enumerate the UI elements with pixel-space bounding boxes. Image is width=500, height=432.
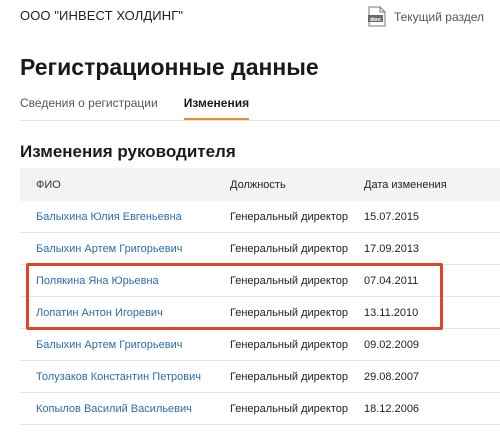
table-row: Лопатин Антон Игоревич Генеральный дирек… <box>20 297 500 329</box>
section-title: Изменения руководителя <box>20 142 236 161</box>
director-position: Генеральный директор <box>230 306 348 319</box>
change-date: 13.11.2010 <box>364 306 419 319</box>
director-name-link[interactable]: Полякина Яна Юрьевна <box>36 275 159 287</box>
director-position: Генеральный директор <box>230 274 348 287</box>
doc-icon: doc <box>367 6 386 27</box>
change-date: 07.04.2011 <box>364 274 419 287</box>
director-name-link[interactable]: Балыхин Артем Григорьевич <box>36 243 182 255</box>
director-position: Генеральный директор <box>230 210 348 223</box>
column-header-date: Дата изменения <box>364 178 447 191</box>
table-row: Балыхина Юлия Евгеньевна Генеральный дир… <box>20 201 500 233</box>
table-row: Толузаков Константин Петрович Генеральны… <box>20 361 500 393</box>
director-name-link[interactable]: Лопатин Антон Игоревич <box>36 307 163 319</box>
change-date: 09.02.2009 <box>364 338 420 351</box>
tab-registration-info[interactable]: Сведения о регистрации <box>20 93 158 121</box>
director-position: Генеральный директор <box>230 402 348 415</box>
current-section-link[interactable]: doc Текущий раздел <box>367 6 484 27</box>
table-row: Полякина Яна Юрьевна Генеральный директо… <box>20 265 500 297</box>
director-name-link[interactable]: Толузаков Константин Петрович <box>36 371 201 383</box>
top-bar: ООО "ИНВЕСТ ХОЛДИНГ" doc Текущий раздел <box>0 0 500 36</box>
company-name: ООО "ИНВЕСТ ХОЛДИНГ" <box>20 8 184 23</box>
change-date: 15.07.2015 <box>364 210 420 223</box>
table-header: ФИО Должность Дата изменения <box>20 168 500 201</box>
column-header-position: Должность <box>230 178 286 191</box>
director-name-link[interactable]: Балыхина Юлия Евгеньевна <box>36 211 182 223</box>
director-name-link[interactable]: Балыхин Артем Григорьевич <box>36 339 182 351</box>
column-header-name: ФИО <box>36 178 61 191</box>
director-name-link[interactable]: Копылов Василий Васильевич <box>36 403 192 415</box>
page-title: Регистрационные данные <box>20 54 319 80</box>
director-position: Генеральный директор <box>230 370 348 383</box>
doc-icon-text: doc <box>370 17 381 23</box>
change-date: 18.12.2006 <box>364 402 420 415</box>
director-position: Генеральный директор <box>230 338 348 351</box>
current-section-label: Текущий раздел <box>393 9 484 24</box>
change-date: 17.09.2013 <box>364 242 420 255</box>
table-row: Копылов Василий Васильевич Генеральный д… <box>20 393 500 425</box>
table-row: Балыхин Артем Григорьевич Генеральный ди… <box>20 233 500 265</box>
change-date: 29.08.2007 <box>364 370 420 383</box>
director-changes-table: ФИО Должность Дата изменения Балыхина Юл… <box>20 168 500 425</box>
table-row: Балыхин Артем Григорьевич Генеральный ди… <box>20 329 500 361</box>
tab-bar: Сведения о регистрации Изменения <box>20 93 250 121</box>
tabs-divider <box>20 120 500 121</box>
director-position: Генеральный директор <box>230 242 348 255</box>
tab-changes[interactable]: Изменения <box>183 93 250 121</box>
